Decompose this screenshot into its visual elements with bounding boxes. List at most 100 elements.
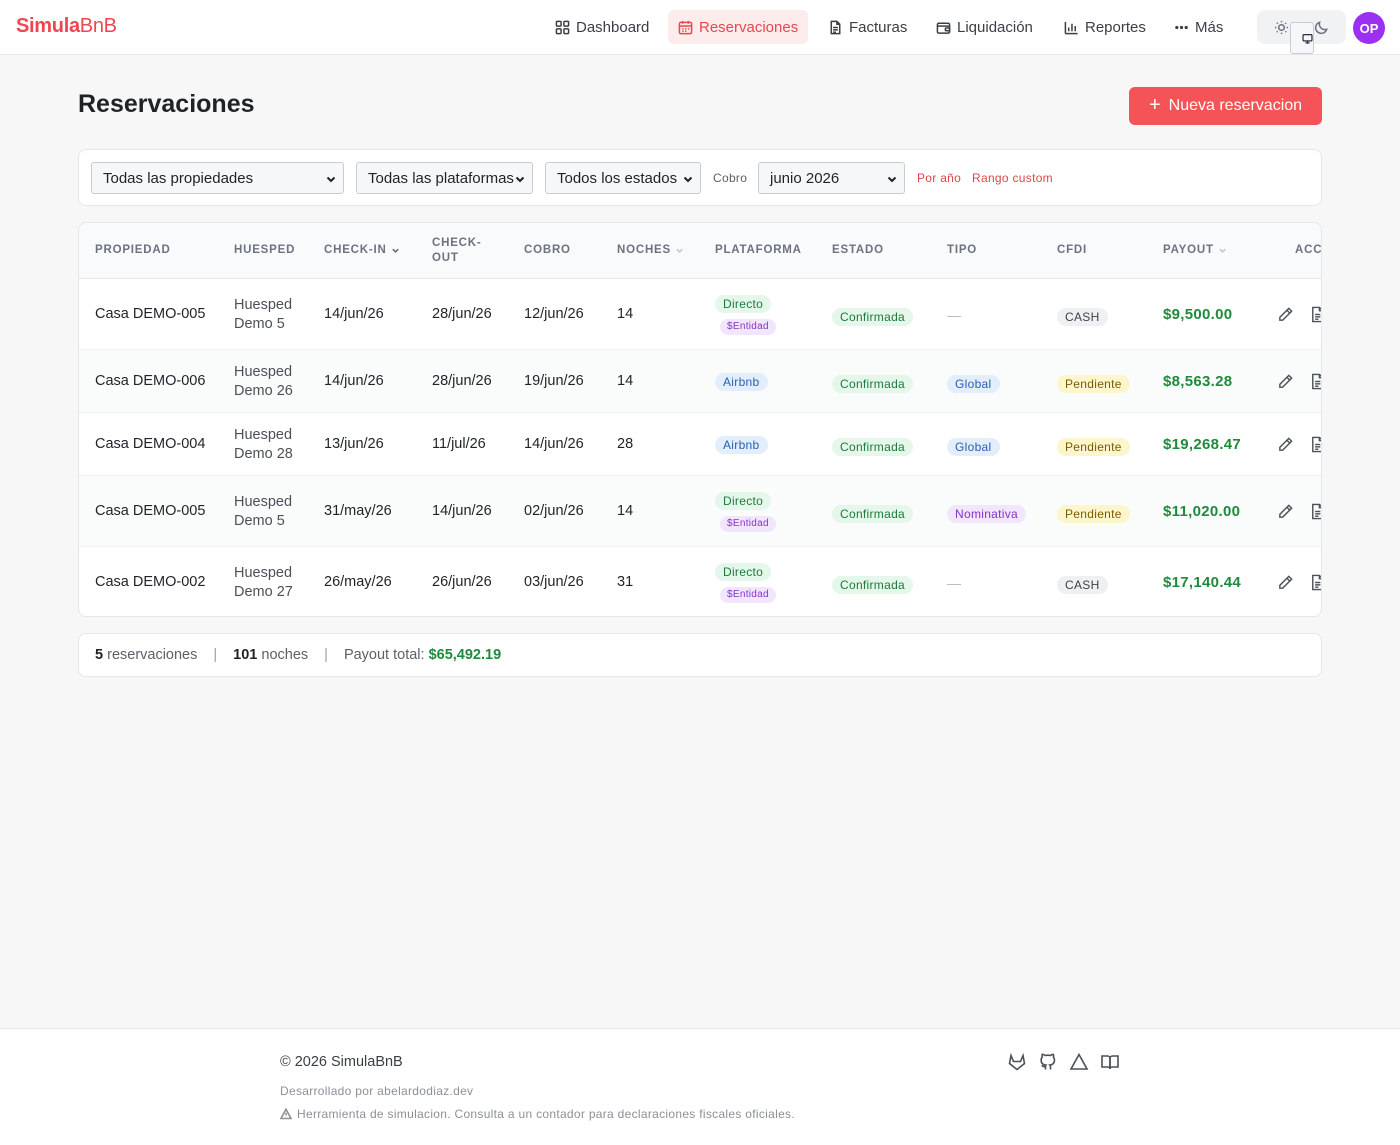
cell-check-in: 14/jun/26 (324, 305, 384, 322)
cell-check-out: 14/jun/26 (432, 502, 492, 519)
status-select[interactable]: Todos los estados (545, 162, 701, 194)
invoice-icon[interactable] (1309, 373, 1321, 391)
cell-huesped-line2: Demo 26 (234, 382, 293, 399)
gitlab-icon[interactable] (1007, 1052, 1027, 1072)
column-cfdi[interactable]: CFDI (1057, 243, 1087, 258)
cell-noches: 28 (617, 435, 634, 452)
column-tipo[interactable]: Tipo (947, 243, 977, 258)
nav-facturas[interactable]: Facturas (818, 10, 917, 44)
nav-reservaciones[interactable]: Reservaciones (668, 10, 809, 44)
table-row: Casa DEMO-004 Huesped Demo 28 13/jun/26 11/j… (79, 413, 1321, 476)
payout-total-label: Payout total: (343, 647, 425, 663)
separator: | (213, 647, 218, 663)
platform-tag-badge: $Entidad (720, 318, 776, 335)
more-icon (1175, 25, 1188, 29)
edit-icon[interactable] (1277, 574, 1295, 592)
cell-payout: $17,140.44 (1163, 573, 1242, 591)
cfdi-badge: Pendiente (1057, 504, 1130, 523)
column-cobro[interactable]: Cobro (524, 243, 571, 258)
column-payout[interactable]: Payout (1163, 243, 1227, 258)
custom-range-link[interactable]: Rango custom (972, 171, 1053, 185)
new-reservation-button[interactable]: + Nueva reservacion (1129, 87, 1322, 125)
footer: © 2026 SimulaBnB Desarrollado por abelar… (0, 1028, 1400, 1145)
cfdi-badge: CASH (1057, 307, 1108, 326)
cell-noches: 31 (617, 573, 634, 590)
cell-cobro: 12/jun/26 (524, 305, 584, 322)
nav-liquidacion[interactable]: Liquidación (926, 10, 1043, 44)
cell-huesped-line1: Huesped (234, 426, 293, 443)
chevron-down-icon (886, 172, 898, 184)
nav-reservaciones-label: Reservaciones (699, 18, 799, 36)
chevron-down-icon (682, 172, 694, 184)
property-select-value: Todas las propiedades (103, 169, 254, 187)
column-label: Noches (617, 244, 672, 256)
column-label: Cobro (524, 244, 571, 256)
invoice-icon[interactable] (1309, 574, 1321, 592)
triangle-icon[interactable] (1069, 1052, 1089, 1072)
nav-mas-label: Más (1195, 18, 1224, 36)
column-check-out[interactable]: Check-out (432, 236, 492, 266)
wallet-icon (936, 22, 951, 34)
invoice-icon[interactable] (1309, 436, 1321, 454)
cell-propiedad: Casa DEMO-002 (95, 573, 206, 590)
theme-system-button[interactable] (1289, 22, 1314, 54)
cell-huesped-line2: Demo 5 (234, 512, 285, 529)
page-title: Reservaciones (78, 90, 255, 118)
user-avatar[interactable]: OP (1353, 12, 1385, 44)
theme-switcher (1257, 10, 1346, 54)
summary-bar: 5 reservaciones | 101 noches | Payout to… (78, 633, 1322, 677)
reservations-table: Propiedad Huesped Check-in Check-out Cob… (78, 222, 1322, 617)
property-select[interactable]: Todas las propiedades (91, 162, 344, 194)
cell-cobro: 03/jun/26 (524, 573, 584, 590)
nav-dashboard[interactable]: Dashboard (545, 10, 659, 44)
invoice-icon[interactable] (1309, 503, 1321, 521)
edit-icon[interactable] (1277, 503, 1295, 521)
status-select-value: Todos los estados (557, 169, 678, 187)
nav-dashboard-label: Dashboard (576, 18, 650, 36)
month-select[interactable]: junio 2026 (758, 162, 905, 194)
nav-reportes[interactable]: Reportes (1054, 10, 1156, 44)
platform-select-value: Todas las plataformas (368, 169, 514, 187)
reservation-count-label: reservaciones (107, 647, 198, 663)
brand-logo[interactable]: SimulaBnB (16, 15, 117, 38)
plus-icon: + (1148, 94, 1161, 116)
cfdi-badge: Pendiente (1057, 374, 1130, 393)
new-reservation-label: Nueva reservacion (1168, 97, 1303, 114)
nav-liquidacion-label: Liquidación (957, 18, 1033, 36)
cell-check-out: 28/jun/26 (432, 372, 492, 389)
column-plataforma[interactable]: Plataforma (715, 243, 802, 258)
platform-select[interactable]: Todas las plataformas (356, 162, 533, 194)
column-estado[interactable]: Estado (832, 243, 884, 258)
nav-mas[interactable]: Más (1164, 10, 1233, 44)
column-propiedad[interactable]: Propiedad (95, 243, 171, 258)
cell-huesped-line2: Demo 5 (234, 315, 285, 332)
cell-noches: 14 (617, 502, 634, 519)
column-check-in[interactable]: Check-in (324, 243, 400, 258)
sort-chevron-icon (676, 248, 683, 253)
github-icon[interactable] (1038, 1052, 1058, 1072)
cell-payout: $19,268.47 (1163, 435, 1242, 453)
footer-developer[interactable]: Desarrollado por abelardodiaz.dev (280, 1084, 473, 1098)
cell-huesped-line2: Demo 27 (234, 583, 293, 600)
book-icon[interactable] (1100, 1052, 1120, 1072)
edit-icon[interactable] (1277, 306, 1295, 324)
top-navbar: SimulaBnB Dashboard Reservaciones Factur… (0, 0, 1400, 55)
table-header: Propiedad Huesped Check-in Check-out Cob… (79, 223, 1321, 279)
platform-badge: Directo (715, 294, 772, 313)
invoice-icon[interactable] (1309, 306, 1321, 324)
column-label: Propiedad (95, 244, 171, 256)
edit-icon[interactable] (1277, 436, 1295, 454)
cobro-label: Cobro (713, 171, 748, 185)
cell-cobro: 19/jun/26 (524, 372, 584, 389)
column-noches[interactable]: Noches (617, 243, 684, 258)
cell-huesped-line1: Huesped (234, 296, 293, 313)
edit-icon[interactable] (1277, 373, 1295, 391)
by-year-link[interactable]: Por año (917, 171, 961, 185)
column-label: Plataforma (715, 244, 802, 256)
cell-check-in: 13/jun/26 (324, 435, 384, 452)
column-huesped[interactable]: Huesped (234, 243, 295, 258)
cell-payout: $9,500.00 (1163, 305, 1233, 323)
grid-icon (555, 20, 570, 34)
platform-badge: Airbnb (715, 435, 768, 454)
tipo-empty: — (947, 306, 961, 323)
